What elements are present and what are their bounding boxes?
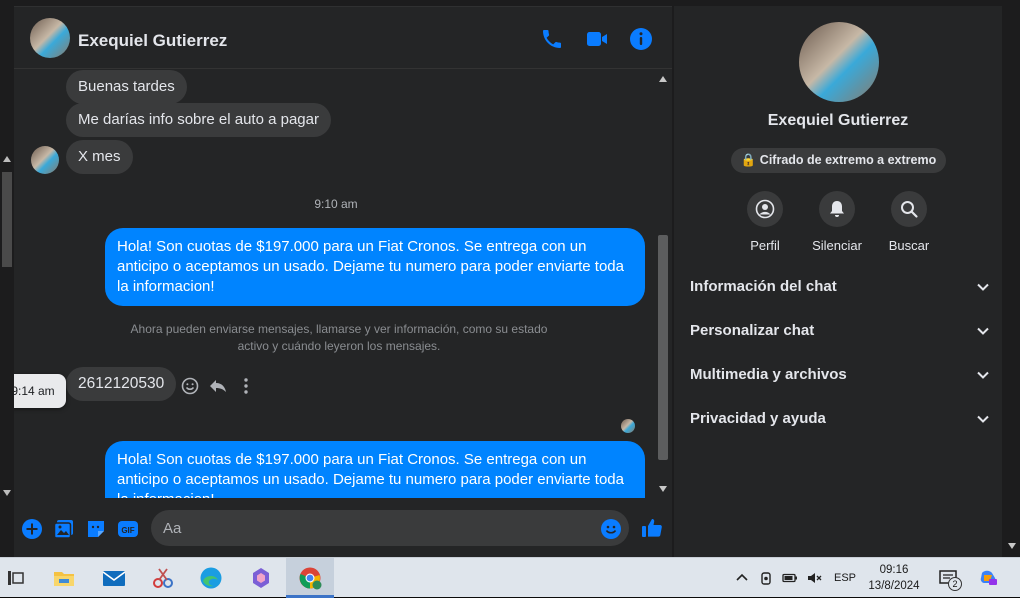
section-label: Personalizar chat (690, 322, 815, 339)
profile-name: Exequiel Gutierrez (767, 112, 909, 129)
more-options-icon[interactable] (236, 376, 256, 396)
speaker-muted-icon[interactable] (806, 570, 822, 586)
encryption-badge[interactable]: 🔒 Cifrado de extremo a extremo (731, 148, 946, 173)
profile-icon (755, 199, 775, 219)
chevron-down-icon (977, 371, 989, 379)
edge-browser-icon[interactable] (199, 566, 223, 590)
search-icon (901, 201, 918, 218)
react-emoji-icon[interactable] (180, 376, 200, 396)
message-list: Buenas tardes Me darías info sobre el au… (14, 70, 658, 498)
section-customize-chat[interactable]: Personalizar chat (690, 316, 990, 346)
incoming-message[interactable]: Buenas tardes (66, 70, 187, 104)
video-call-icon[interactable] (585, 27, 609, 51)
notification-count-badge: 2 (948, 577, 962, 591)
copilot-icon[interactable] (978, 568, 998, 588)
scrollbar-thumb[interactable] (2, 172, 12, 267)
contact-name[interactable]: Exequiel Gutierrez (78, 31, 227, 51)
seen-indicator-avatar (621, 419, 635, 433)
bell-icon (830, 201, 844, 217)
chrome-browser-icon[interactable] (298, 566, 322, 590)
svg-text:GIF: GIF (121, 526, 134, 535)
security-icon[interactable] (758, 570, 774, 586)
scroll-down-arrow[interactable] (3, 490, 11, 496)
mute-button-label: Silenciar (812, 238, 862, 253)
outgoing-message[interactable]: Hola! Son cuotas de $197.000 para un Fia… (105, 441, 645, 498)
gallery-icon[interactable] (53, 518, 75, 540)
profile-button-label: Perfil (750, 238, 780, 253)
file-explorer-icon[interactable] (52, 566, 76, 590)
timestamp-tooltip: 9:14 am (14, 374, 66, 408)
incoming-message[interactable]: X mes (66, 140, 133, 174)
phone-call-icon[interactable] (540, 27, 564, 51)
info-icon[interactable] (629, 27, 653, 51)
chevron-down-icon (977, 283, 989, 291)
plus-icon[interactable] (21, 518, 43, 540)
messenger-app: Exequiel Gutierrez Buenas tardes Me darí… (0, 0, 1020, 557)
incoming-message[interactable]: Me darías info sobre el auto a pagar (66, 103, 331, 137)
section-label: Privacidad y ayuda (690, 410, 826, 427)
scroll-up-arrow[interactable] (3, 156, 11, 162)
battery-icon[interactable] (782, 570, 798, 586)
section-label: Multimedia y archivos (690, 366, 847, 383)
emoji-icon[interactable] (600, 518, 622, 540)
chat-info-panel: Exequiel Gutierrez 🔒 Cifrado de extremo … (674, 6, 1002, 557)
section-privacy-support[interactable]: Privacidad y ayuda (690, 404, 990, 434)
chevron-up-icon[interactable] (734, 570, 750, 586)
scroll-down-arrow[interactable] (1008, 543, 1016, 549)
profile-button[interactable]: Perfil (730, 191, 800, 253)
chevron-down-icon (977, 415, 989, 423)
contact-avatar[interactable] (30, 18, 70, 58)
scroll-down-arrow[interactable] (659, 486, 667, 492)
search-button-label: Buscar (888, 238, 930, 253)
system-clock[interactable]: 09:16 13/8/2024 (862, 562, 926, 594)
window-scrollbar[interactable] (1002, 0, 1020, 557)
mute-button[interactable]: Silenciar (802, 191, 872, 253)
windows-taskbar: ESP 09:16 13/8/2024 2 (0, 557, 1020, 598)
message-scrollbar[interactable] (655, 70, 671, 498)
time-separator: 9:10 am (314, 197, 358, 211)
mail-icon[interactable] (102, 566, 126, 590)
reply-icon[interactable] (208, 376, 228, 396)
gif-icon[interactable]: GIF (117, 518, 139, 540)
copilot-app-icon[interactable] (249, 566, 273, 590)
task-view-icon[interactable] (4, 566, 28, 590)
scroll-up-arrow[interactable] (659, 76, 667, 82)
profile-avatar[interactable] (799, 22, 879, 102)
page-scrollbar[interactable] (0, 0, 14, 557)
like-thumb-icon[interactable] (640, 516, 664, 540)
section-media-files[interactable]: Multimedia y archivos (690, 360, 990, 390)
message-input[interactable] (151, 510, 629, 546)
outgoing-message[interactable]: Hola! Son cuotas de $197.000 para un Fia… (105, 228, 645, 306)
composer-bar: GIF (14, 506, 672, 558)
snipping-tool-icon[interactable] (151, 566, 175, 590)
scrollbar-thumb[interactable] (658, 235, 668, 460)
clock-time: 09:16 (879, 564, 909, 576)
chat-header: Exequiel Gutierrez (14, 7, 672, 69)
section-chat-info[interactable]: Información del chat (690, 272, 990, 302)
incoming-message[interactable]: 2612120530 (66, 367, 177, 401)
input-language[interactable]: ESP (834, 572, 856, 584)
clock-date: 13/8/2024 (868, 580, 920, 592)
section-label: Información del chat (690, 278, 837, 295)
system-notice: Ahora pueden enviarse mensajes, llamarse… (130, 322, 548, 353)
search-button[interactable]: Buscar (874, 191, 944, 253)
sticker-icon[interactable] (85, 518, 107, 540)
sender-avatar[interactable] (31, 146, 59, 174)
chat-panel: Exequiel Gutierrez Buenas tardes Me darí… (14, 6, 672, 557)
chevron-down-icon (977, 327, 989, 335)
